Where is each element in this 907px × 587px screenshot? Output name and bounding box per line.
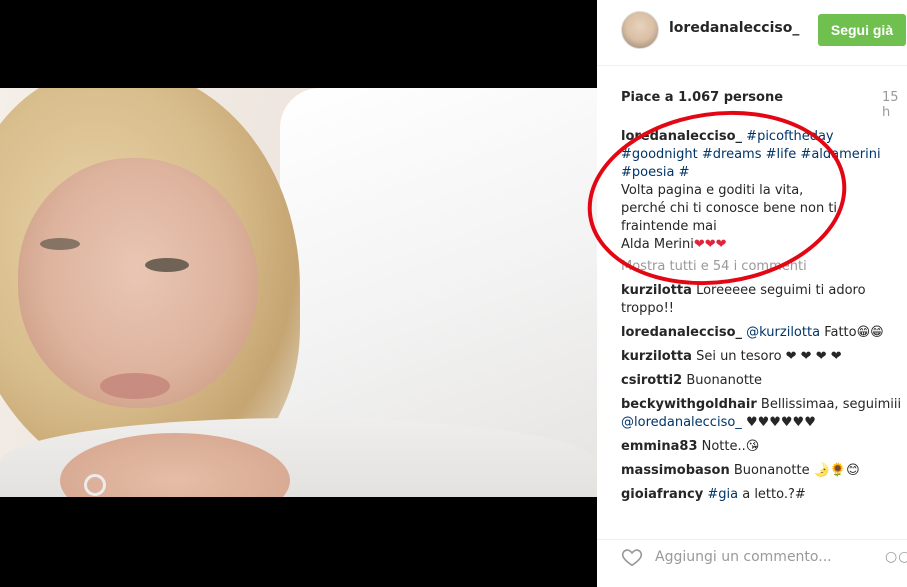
post-username[interactable]: loredanalecciso_ <box>669 20 799 36</box>
mention-link[interactable]: @loredanalecciso_ <box>621 415 742 430</box>
avatar[interactable] <box>621 11 659 49</box>
comment-text: Buonanotte 🌛🌻😊 <box>733 463 860 478</box>
comment-username[interactable]: gioiafrancy <box>621 487 703 502</box>
face <box>18 158 258 408</box>
post-time[interactable]: 15 h <box>882 90 907 120</box>
post-sidebar: loredanalecciso_ Segui già Piace a 1.067… <box>597 0 907 587</box>
comment-username[interactable]: massimobason <box>621 463 730 478</box>
hashtag[interactable]: #poesia # <box>621 165 689 180</box>
post-header: loredanalecciso_ Segui già <box>597 0 907 66</box>
likes-count[interactable]: Piace a 1.067 persone <box>621 90 783 105</box>
caption-text: Alda Merini <box>621 237 694 252</box>
comment-text: Fatto😁😁 <box>824 325 884 340</box>
comment-text: Buonanotte <box>686 373 763 388</box>
comment-username[interactable]: emmina83 <box>621 439 697 454</box>
show-all-comments-link[interactable]: Mostra tutti e 54 i commenti <box>621 258 907 276</box>
comment: gioiafrancy #gia a letto.?# <box>621 486 907 504</box>
comment-text: a letto.?# <box>742 487 806 502</box>
comment: massimobason Buonanotte 🌛🌻😊 <box>621 462 907 480</box>
hashtag[interactable]: #gia <box>707 487 738 502</box>
comment: beckywithgoldhair Bellissimaa, seguimiii… <box>621 396 907 432</box>
comment-username[interactable]: kurzilotta <box>621 349 692 364</box>
heart-icon[interactable] <box>621 546 643 568</box>
comment-bar: Aggiungi un commento... ○○○ <box>597 539 907 587</box>
comment: csirotti2 Buonanotte <box>621 372 907 390</box>
eye <box>145 258 189 272</box>
post-photo[interactable] <box>0 88 597 497</box>
caption-text: fraintende mai <box>621 219 717 234</box>
comment: kurzilotta Loreeeee seguimi ti adoro tro… <box>621 282 907 318</box>
comment-text: Bellissimaa, seguimiii <box>760 397 902 412</box>
hashtag[interactable]: #picoftheday <box>746 129 833 144</box>
caption-text: Volta pagina e goditi la vita, <box>621 183 804 198</box>
comment: kurzilotta Sei un tesoro ❤ ❤ ❤ ❤ <box>621 348 907 366</box>
comment-text: Sei un tesoro ❤ ❤ ❤ ❤ <box>696 349 842 364</box>
lips <box>100 373 170 399</box>
more-options-icon[interactable]: ○○○ <box>885 549 907 565</box>
comment: loredanalecciso_ @kurzilotta Fatto😁😁 <box>621 324 907 342</box>
add-comment-input[interactable]: Aggiungi un commento... <box>655 549 832 565</box>
comment-text: ♥♥♥♥♥♥ <box>745 415 816 430</box>
heart-emoji: ❤❤❤ <box>693 237 727 252</box>
follow-button[interactable]: Segui già <box>818 14 906 46</box>
comment-username[interactable]: beckywithgoldhair <box>621 397 757 412</box>
caption-text: perché chi ti conosce bene non ti <box>621 201 838 216</box>
caption-username[interactable]: loredanalecciso_ <box>621 129 742 144</box>
comment-text: Notte..😘 <box>701 439 760 454</box>
caption: loredanalecciso_ #picoftheday #goodnight… <box>621 128 881 254</box>
hashtag[interactable]: #goodnight #dreams #life #aldamerini <box>621 147 881 162</box>
mention-link[interactable]: @kurzilotta <box>746 325 820 340</box>
comment-username[interactable]: loredanalecciso_ <box>621 325 742 340</box>
post-media <box>0 0 597 587</box>
comment-username[interactable]: csirotti2 <box>621 373 682 388</box>
comment-username[interactable]: kurzilotta <box>621 283 692 298</box>
comments-list: loredanalecciso_ #picoftheday #goodnight… <box>621 128 907 504</box>
ring <box>84 474 106 496</box>
eye <box>40 238 80 250</box>
comment: emmina83 Notte..😘 <box>621 438 907 456</box>
